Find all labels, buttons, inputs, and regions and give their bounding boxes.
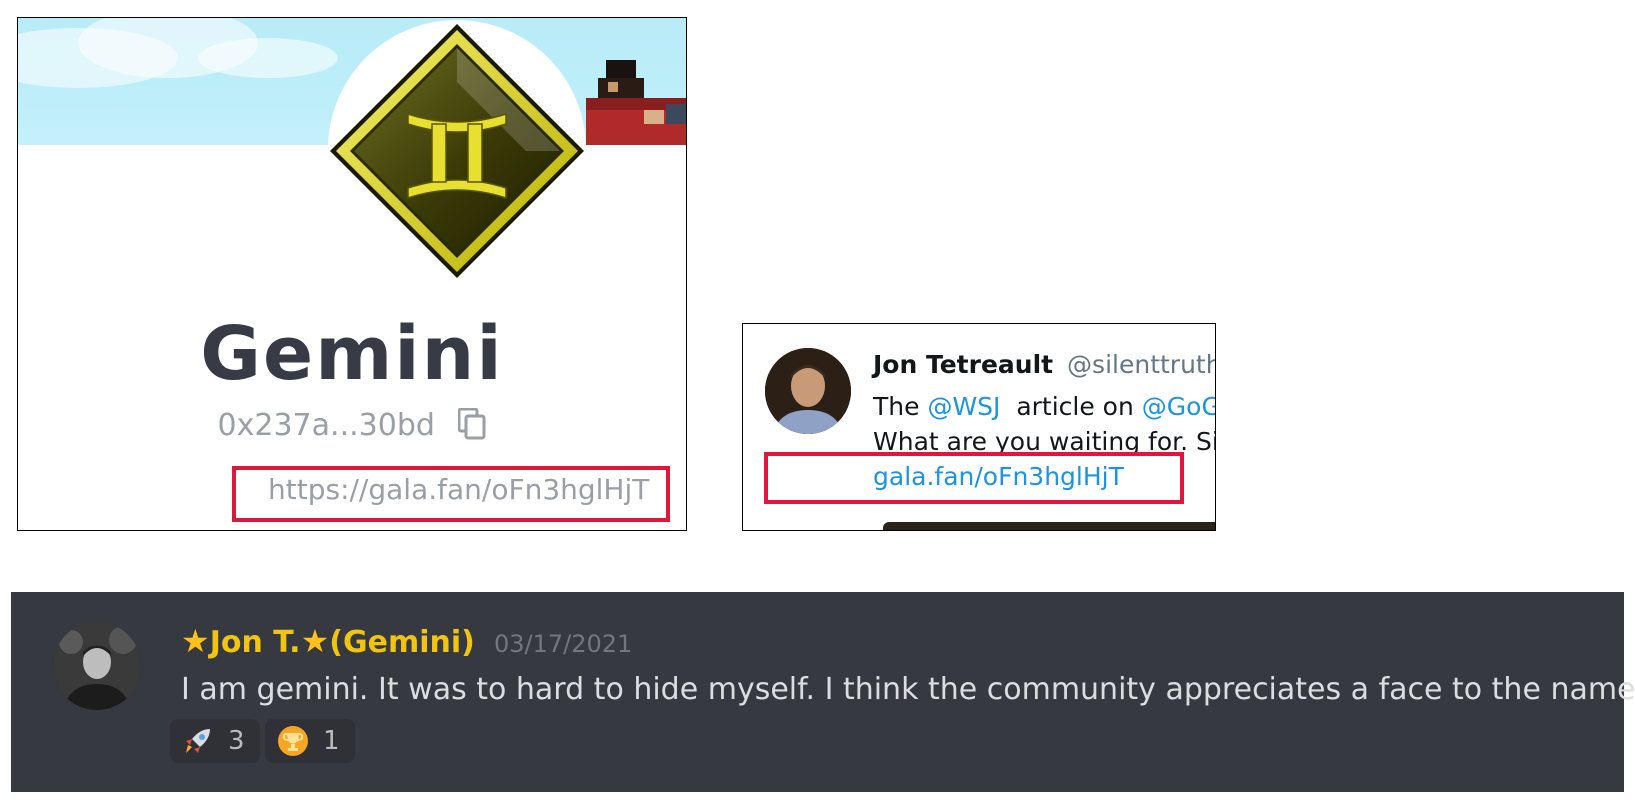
- tweet-card: Jon Tetreault @silenttruthsp The @WSJ ar…: [742, 323, 1216, 531]
- discord-message: ★Jon T.★(Gemini) 03/17/2021 I am gemini.…: [11, 592, 1635, 792]
- wallet-address-row: 0x237a...30bd: [18, 407, 686, 443]
- star-icon: ★: [181, 622, 210, 660]
- discord-message-header: ★Jon T.★(Gemini) 03/17/2021: [181, 622, 632, 660]
- copy-icon[interactable]: [458, 407, 486, 440]
- tweet-author-avatar[interactable]: [765, 348, 851, 434]
- tweet-header: Jon Tetreault @silenttruthsp: [873, 350, 1215, 379]
- tweet-text-segment: The: [873, 392, 928, 421]
- highlight-box: [764, 452, 1184, 504]
- reaction-count: 3: [228, 726, 245, 756]
- message-content: I am gemini. It was to hard to hide myse…: [181, 672, 1635, 707]
- reaction-count: 1: [323, 726, 340, 756]
- tweet-author-name[interactable]: Jon Tetreault: [873, 350, 1053, 379]
- tweet-media-preview[interactable]: [883, 522, 1215, 530]
- profile-name: Gemini: [200, 311, 504, 397]
- profile-card: Gemini 0x237a...30bd https://gala.fan/oF…: [17, 17, 687, 531]
- tweet-text-segment: article on: [1000, 392, 1142, 421]
- banner-house-image: [586, 60, 686, 145]
- trophy-icon: [278, 726, 308, 756]
- discord-user-avatar[interactable]: [53, 622, 141, 710]
- message-timestamp: 03/17/2021: [493, 630, 633, 658]
- highlight-box: [232, 466, 670, 522]
- tweet-author-handle[interactable]: @silenttruthsp: [1067, 350, 1215, 379]
- star-icon: ★: [300, 622, 330, 660]
- tweet-mention-goga[interactable]: @GoGa: [1142, 392, 1215, 421]
- tweet-text-line-1: The @WSJ article on @GoGa: [873, 392, 1215, 421]
- reaction-trophy[interactable]: 1: [265, 719, 355, 763]
- reaction-rocket[interactable]: 3: [170, 719, 260, 763]
- tweet-mention-wsj[interactable]: @WSJ: [927, 392, 1000, 421]
- discord-username-role[interactable]: (Gemini): [329, 625, 475, 660]
- gemini-zodiac-icon: [330, 24, 584, 278]
- rocket-icon: [186, 729, 210, 753]
- discord-username[interactable]: Jon T.: [210, 625, 301, 660]
- wallet-address: 0x237a...30bd: [217, 408, 435, 443]
